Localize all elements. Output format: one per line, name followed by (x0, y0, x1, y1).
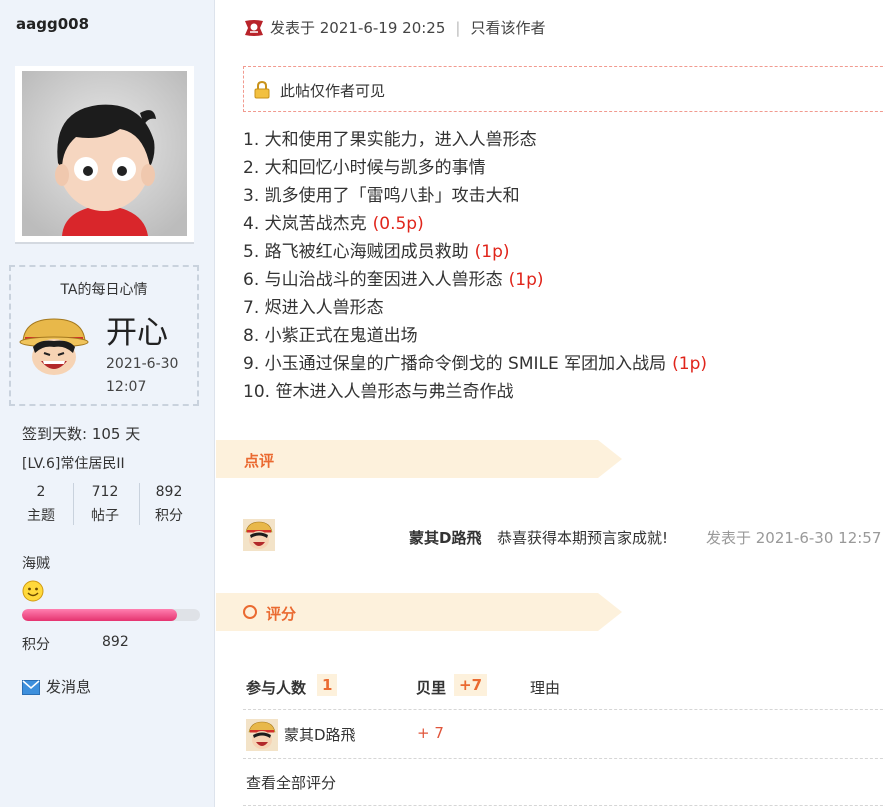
stat-label: 积分 (155, 508, 183, 524)
mood-time: 12:07 (106, 379, 147, 395)
rater-avatar-icon[interactable] (246, 719, 278, 751)
list-item: 9. 小玉通过保皇的广播命令倒戈的 SMILE 军团加入战局 (1p) (243, 350, 707, 378)
stat-value: 2 (36, 484, 46, 500)
locked-notice-text: 此帖仅作者可见 (280, 82, 386, 100)
points-value: 892 (102, 634, 129, 650)
post-timestamp: 发表于 2021-6-19 20:25 (270, 19, 446, 37)
send-message-label: 发消息 (46, 678, 92, 696)
list-item: 4. 犬岚苦战杰克 (0.5p) (243, 210, 707, 238)
list-item-text: 1. 大和使用了果实能力，进入人兽形态 (243, 130, 537, 150)
daily-mood-panel: TA的每日心情 开心 2021-6-30 12:07 (9, 265, 199, 406)
mood-title: TA的每日心情 (60, 282, 148, 298)
participants-count: 1 (317, 674, 338, 696)
comment-author[interactable]: 蒙其D路飛 (409, 527, 481, 548)
list-item: 5. 路飞被红心海贼团成员救助 (1p) (243, 238, 707, 266)
list-item-text: 9. 小玉通过保皇的广播命令倒戈的 SMILE 军团加入战局 (243, 354, 667, 374)
list-item-text: 8. 小紫正式在鬼道出场 (243, 326, 418, 346)
stat-label: 帖子 (91, 508, 119, 524)
locked-notice: 此帖仅作者可见 (243, 66, 885, 112)
rater-score: + 7 (417, 724, 444, 742)
pirate-flag-icon (245, 20, 263, 36)
stat-divider (73, 483, 74, 525)
table-row: 蒙其D路飛 + 7 (243, 710, 885, 759)
beili-total: +7 (454, 674, 488, 696)
send-message-button[interactable]: 发消息 (22, 676, 91, 697)
list-item: 8. 小紫正式在鬼道出场 (243, 322, 707, 350)
list-item-points: (1p) (474, 242, 510, 262)
points-progress-fill (22, 609, 177, 621)
list-item: 3. 凯多使用了「雷鸣八卦」攻击大和 (243, 182, 707, 210)
list-item-points: (1p) (672, 354, 707, 374)
view-all-ratings-link[interactable]: 查看全部评分 (246, 772, 336, 793)
author-sidebar: aagg008 TA的每日心情 开心 2021-6-30 12:07 签到天数:… (0, 0, 215, 807)
list-item-text: 6. 与山治战斗的奎因进入人兽形态 (243, 270, 503, 290)
stat-posts[interactable]: 712 帖子 (75, 480, 135, 528)
beili-label: 贝里 (416, 679, 447, 697)
stat-threads[interactable]: 2 主题 (11, 480, 71, 528)
divider (243, 805, 885, 806)
list-item-text: 2. 大和回忆小时候与凯多的事情 (243, 158, 486, 178)
reason-label: 理由 (530, 679, 561, 697)
author-avatar[interactable] (15, 66, 194, 244)
comment-text: 恭喜获得本期预言家成就! (497, 529, 669, 547)
comments-header-band (216, 440, 622, 478)
participants-label: 参与人数 (246, 679, 307, 697)
author-stats: 2 主题 712 帖子 892 积分 (8, 480, 198, 528)
list-item-points: (1p) (508, 270, 544, 290)
meta-separator: | (455, 19, 461, 37)
list-item-text: 5. 路飞被红心海贼团成员救助 (243, 242, 469, 262)
post-meta: 发表于 2021-6-19 20:25 | 只看该作者 (244, 17, 545, 38)
comment-timestamp: 发表于 2021-6-30 12:57 (706, 529, 882, 547)
mood-value: 开心 (106, 315, 168, 351)
list-item-text: 3. 凯多使用了「雷鸣八卦」攻击大和 (243, 186, 520, 206)
list-item: 2. 大和回忆小时候与凯多的事情 (243, 154, 707, 182)
stat-points[interactable]: 892 积分 (139, 480, 199, 528)
lock-icon (254, 81, 270, 99)
list-item: 1. 大和使用了果实能力，进入人兽形态 (243, 126, 707, 154)
rating-circle-icon (243, 605, 257, 619)
list-item-text: 7. 烬进入人兽形态 (243, 298, 384, 318)
stat-label: 主题 (27, 508, 55, 524)
stat-value: 892 (155, 484, 183, 500)
user-group[interactable]: 海贼 (22, 553, 50, 573)
author-only-link[interactable]: 只看该作者 (470, 19, 545, 37)
envelope-icon (22, 680, 40, 695)
rater-name[interactable]: 蒙其D路飛 (284, 724, 356, 745)
points-progress-bar (22, 609, 200, 621)
list-item: 10. 笹木进入人兽形态与弗兰奇作战 (243, 378, 707, 406)
stat-value: 712 (91, 484, 119, 500)
list-item-points: (0.5p) (372, 214, 424, 234)
rating-table-header: 参与人数 1 贝里 +7 理由 (243, 665, 885, 710)
points-label: 积分 (22, 637, 50, 653)
list-item-text: 4. 犬岚苦战杰克 (243, 214, 367, 234)
author-username[interactable]: aagg008 (16, 15, 89, 33)
mood-timestamp: 2021-6-30 12:07 (106, 353, 196, 399)
list-item: 7. 烬进入人兽形态 (243, 294, 707, 322)
happy-face-icon (19, 318, 89, 375)
comments-title: 点评 (244, 452, 275, 470)
list-item: 6. 与山治战斗的奎因进入人兽形态 (1p) (243, 266, 707, 294)
list-item-text: 10. 笹木进入人兽形态与弗兰奇作战 (243, 382, 514, 402)
user-level[interactable]: [LV.6]常住居民II (22, 453, 125, 473)
smiley-icon (22, 580, 44, 602)
avatar-image (22, 71, 187, 236)
rating-title: 评分 (266, 605, 297, 623)
commenter-avatar-icon[interactable] (243, 519, 275, 551)
checkin-days: 签到天数: 105 天 (22, 425, 141, 443)
prediction-list: 1. 大和使用了果实能力，进入人兽形态 2. 大和回忆小时候与凯多的事情 3. … (243, 126, 707, 406)
mood-date: 2021-6-30 (106, 356, 179, 372)
